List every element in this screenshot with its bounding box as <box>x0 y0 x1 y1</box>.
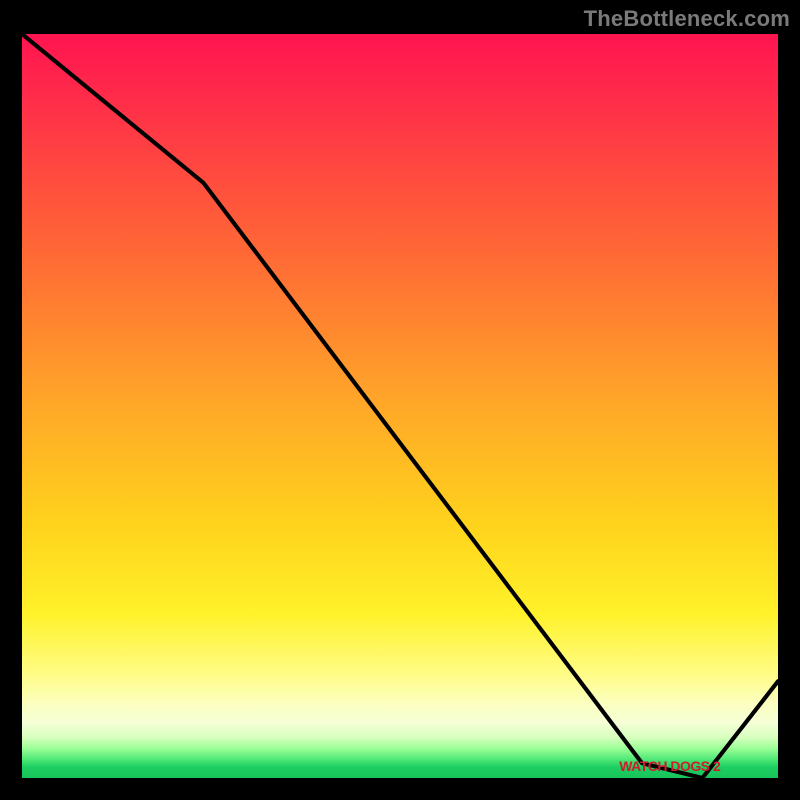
bottleneck-curve <box>22 34 778 778</box>
plot-area: WATCH DOGS 2 <box>18 30 782 782</box>
chart-frame: TheBottleneck.com WATCH DOGS 2 <box>0 0 800 800</box>
min-point-label: WATCH DOGS 2 <box>619 758 720 774</box>
watermark-text: TheBottleneck.com <box>584 6 790 32</box>
